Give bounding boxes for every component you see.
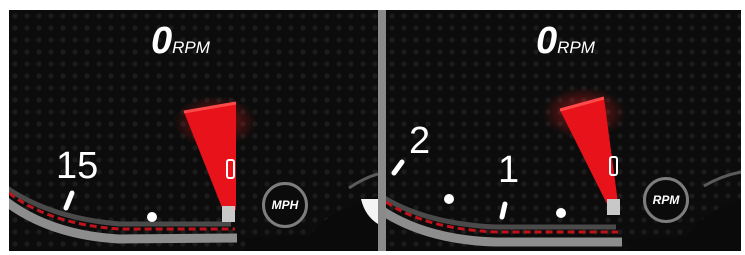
rpm-unit: RPM (557, 38, 595, 57)
tick-dot (556, 208, 566, 218)
gauge-panel-left: 0RPM 15 MPH (9, 10, 378, 251)
rpm-readout-right: 0RPM (536, 20, 595, 63)
rpm-unit: RPM (172, 38, 210, 57)
tick-dot (147, 212, 157, 222)
rpm-mode-button[interactable]: RPM (643, 177, 689, 223)
tick-dot (444, 194, 454, 204)
gauge-housing-edge (348, 172, 378, 190)
tick-label-15: 15 (56, 145, 99, 187)
needle-base (607, 199, 620, 215)
mph-mode-button[interactable]: MPH (262, 182, 308, 228)
tick-mark-major (499, 201, 508, 220)
needle (184, 103, 236, 210)
gauge-housing-edge (703, 170, 741, 188)
gauge-housing (239, 196, 378, 251)
rpm-value: 0 (151, 20, 172, 62)
rpm-value: 0 (536, 20, 557, 62)
tick-mark-major (63, 190, 75, 211)
tick-label-2: 2 (409, 120, 431, 162)
rpm-readout-left: 0RPM (151, 20, 210, 63)
gauge-panel-right: 0RPM 2 1 RPM (386, 10, 741, 251)
panel-divider (378, 10, 386, 251)
tick-mark-major (391, 159, 405, 176)
needle-base (222, 206, 235, 222)
tick-label-1: 1 (498, 149, 520, 191)
screenshot-frame: 0RPM 15 MPH 0RPM 2 1 RPM (0, 0, 745, 255)
